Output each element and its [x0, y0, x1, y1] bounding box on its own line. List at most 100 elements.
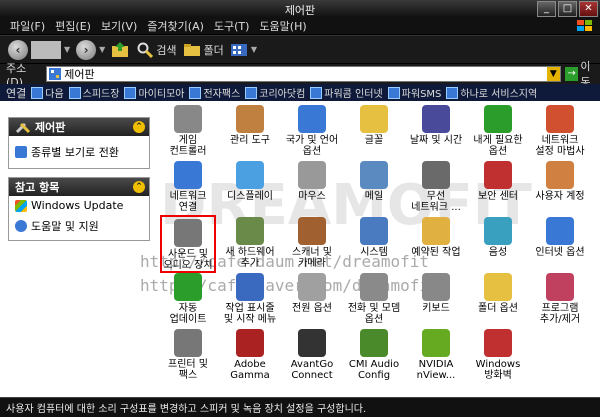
views-icon — [230, 43, 247, 56]
control-panel-item[interactable]: 관리 도구 — [222, 103, 278, 146]
control-panel-item-label: CMI Audio Config — [348, 359, 400, 381]
link-icon — [310, 86, 323, 99]
address-bar: 주소(D) 제어판 ▼ → 이동 — [0, 60, 600, 89]
menu-edit[interactable]: 편집(E) — [55, 18, 91, 34]
control-panel-item[interactable]: CMI Audio Config — [346, 327, 402, 381]
control-panel-item[interactable]: NVIDIA nView... — [408, 327, 464, 381]
control-panel-item[interactable]: 새 하드웨어 추가 — [222, 215, 278, 269]
control-panel-item-icon — [174, 273, 202, 301]
windows-update-icon — [15, 199, 27, 212]
collapse-icon[interactable]: ⌃ — [133, 181, 145, 193]
control-panel-item-label: 인터넷 옵션 — [535, 247, 585, 258]
control-panel-item[interactable]: 내게 필요한 옵션 — [470, 103, 526, 157]
up-button[interactable] — [111, 41, 131, 59]
link-daum[interactable]: 다음 — [31, 85, 64, 100]
minimize-button[interactable]: _ — [537, 1, 556, 17]
forward-dropdown-icon[interactable]: ▼ — [99, 45, 105, 54]
control-panel-item-icon — [484, 105, 512, 133]
link-powercomm-internet[interactable]: 파워콤 인터넷 — [310, 85, 383, 100]
control-panel-item[interactable]: 네트워크 설정 마법사 — [532, 103, 588, 157]
control-panel-item-label: 글꼴 — [364, 135, 384, 146]
link-label: 파워SMS — [401, 89, 442, 100]
window-controls: _ □ ✕ — [537, 1, 598, 17]
control-panel-item[interactable]: 시스템 — [346, 215, 402, 258]
control-panel-item[interactable]: 인터넷 옵션 — [532, 215, 588, 258]
control-panel-icons: 게임 컨트롤러 관리 도구 국가 및 언어 옵션 글꼴 날짜 및 시간 내게 필요한 옵션… — [160, 101, 600, 397]
menu-help[interactable]: 도움말(H) — [259, 18, 306, 34]
control-panel-item[interactable]: 보안 센터 — [470, 159, 526, 202]
control-panel-item-label: 게임 컨트롤러 — [169, 135, 207, 157]
control-panel-item-icon — [546, 105, 574, 133]
control-panel-item[interactable]: 무선 네트워크 ... — [408, 159, 464, 213]
control-panel-item-icon — [236, 105, 264, 133]
control-panel-item-label: 보안 센터 — [478, 191, 518, 202]
link-hanaro[interactable]: 하나로 서비스지역 — [446, 85, 537, 100]
control-panel-item-icon — [484, 329, 512, 357]
views-dropdown-icon[interactable]: ▼ — [251, 45, 257, 54]
control-panel-item[interactable]: 날짜 및 시간 — [408, 103, 464, 146]
back-button[interactable]: ‹ ▼ — [8, 39, 70, 60]
control-panel-item[interactable]: 프린터 및 팩스 — [160, 327, 216, 381]
control-panel-item[interactable]: 폴더 옵션 — [470, 271, 526, 314]
address-input[interactable]: 제어판 ▼ — [46, 66, 561, 82]
link-korea-com[interactable]: 코리아닷컴 — [245, 85, 305, 100]
collapse-icon[interactable]: ⌃ — [133, 121, 145, 133]
menu-favorites[interactable]: 즐겨찾기(A) — [147, 18, 204, 34]
control-panel-item-label: 시스템 — [360, 247, 388, 258]
control-panel-item[interactable]: 스캐너 및 카메라 — [284, 215, 340, 269]
control-panel-item[interactable]: AvantGo Connect — [284, 327, 340, 381]
control-panel-item[interactable]: 전원 옵션 — [284, 271, 340, 314]
control-panel-item[interactable]: 사운드 및 오디오 장치 — [160, 215, 216, 273]
control-panel-item[interactable]: Adobe Gamma — [222, 327, 278, 381]
link-mightymore[interactable]: 마이티모아 — [124, 85, 184, 100]
link-label: 코리아닷컴 — [259, 89, 306, 100]
link-speedjang[interactable]: 스피드장 — [68, 85, 119, 100]
switch-view-link[interactable]: 종류별 보기로 전환 — [9, 136, 149, 168]
control-panel-icon — [49, 68, 62, 80]
control-panel-item[interactable]: 마우스 — [284, 159, 340, 202]
folders-label: 폴더 — [203, 43, 224, 57]
control-panel-item[interactable]: 예약된 작업 — [408, 215, 464, 258]
control-panel-header[interactable]: 제어판 ⌃ — [9, 118, 149, 136]
maximize-button[interactable]: □ — [558, 1, 577, 17]
control-panel-item-icon — [298, 217, 326, 245]
menu-tools[interactable]: 도구(T) — [214, 18, 250, 34]
help-support-link[interactable]: 도움말 및 지원 — [9, 215, 149, 240]
control-panel-item[interactable]: 게임 컨트롤러 — [160, 103, 216, 157]
forward-button[interactable]: › ▼ — [76, 39, 105, 60]
control-panel-item-icon — [422, 329, 450, 357]
link-efax[interactable]: 전자팩스 — [189, 85, 240, 100]
folders-button[interactable]: 폴더 — [183, 42, 224, 58]
control-panel-item-label: Adobe Gamma — [230, 359, 270, 381]
control-panel-item[interactable]: 전화 및 모뎀 옵션 — [346, 271, 402, 325]
control-panel-item[interactable]: 음성 — [470, 215, 526, 258]
control-panel-item-label: Windows 방화벽 — [475, 359, 521, 381]
menu-file[interactable]: 파일(F) — [10, 18, 45, 34]
control-panel-item[interactable]: 국가 및 언어 옵션 — [284, 103, 340, 157]
control-panel-item[interactable]: 사용자 계정 — [532, 159, 588, 202]
control-panel-item-label: 마우스 — [298, 191, 326, 202]
control-panel-item[interactable]: 디스플레이 — [222, 159, 278, 202]
control-panel-item[interactable]: 프로그램 추가/제거 — [532, 271, 588, 325]
control-panel-item[interactable]: 글꼴 — [346, 103, 402, 146]
control-panel-item[interactable]: 작업 표시줄 및 시작 메뉴 — [222, 271, 278, 325]
search-button[interactable]: 검색 — [137, 42, 177, 58]
control-panel-item[interactable]: 키보드 — [408, 271, 464, 314]
control-panel-item-label: 새 하드웨어 추가 — [225, 247, 275, 269]
link-icon — [124, 86, 137, 99]
back-dropdown-icon[interactable]: ▼ — [64, 45, 70, 54]
link-powersms[interactable]: 파워SMS — [387, 85, 442, 100]
control-panel-item[interactable]: 메일 — [346, 159, 402, 202]
address-dropdown-icon[interactable]: ▼ — [546, 67, 560, 81]
windows-update-label: Windows Update — [31, 199, 124, 212]
control-panel-item-icon — [236, 273, 264, 301]
control-panel-item[interactable]: 네트워크 연결 — [160, 159, 216, 213]
close-button[interactable]: ✕ — [579, 1, 598, 17]
control-panel-item[interactable]: Windows 방화벽 — [470, 327, 526, 381]
views-button[interactable]: ▼ — [230, 43, 257, 57]
menu-view[interactable]: 보기(V) — [101, 18, 137, 34]
windows-update-link[interactable]: Windows Update — [9, 196, 149, 215]
control-panel-title: 제어판 — [35, 121, 66, 134]
see-also-header[interactable]: 참고 항목 ⌃ — [9, 178, 149, 196]
control-panel-item[interactable]: 자동 업데이트 — [160, 271, 216, 325]
